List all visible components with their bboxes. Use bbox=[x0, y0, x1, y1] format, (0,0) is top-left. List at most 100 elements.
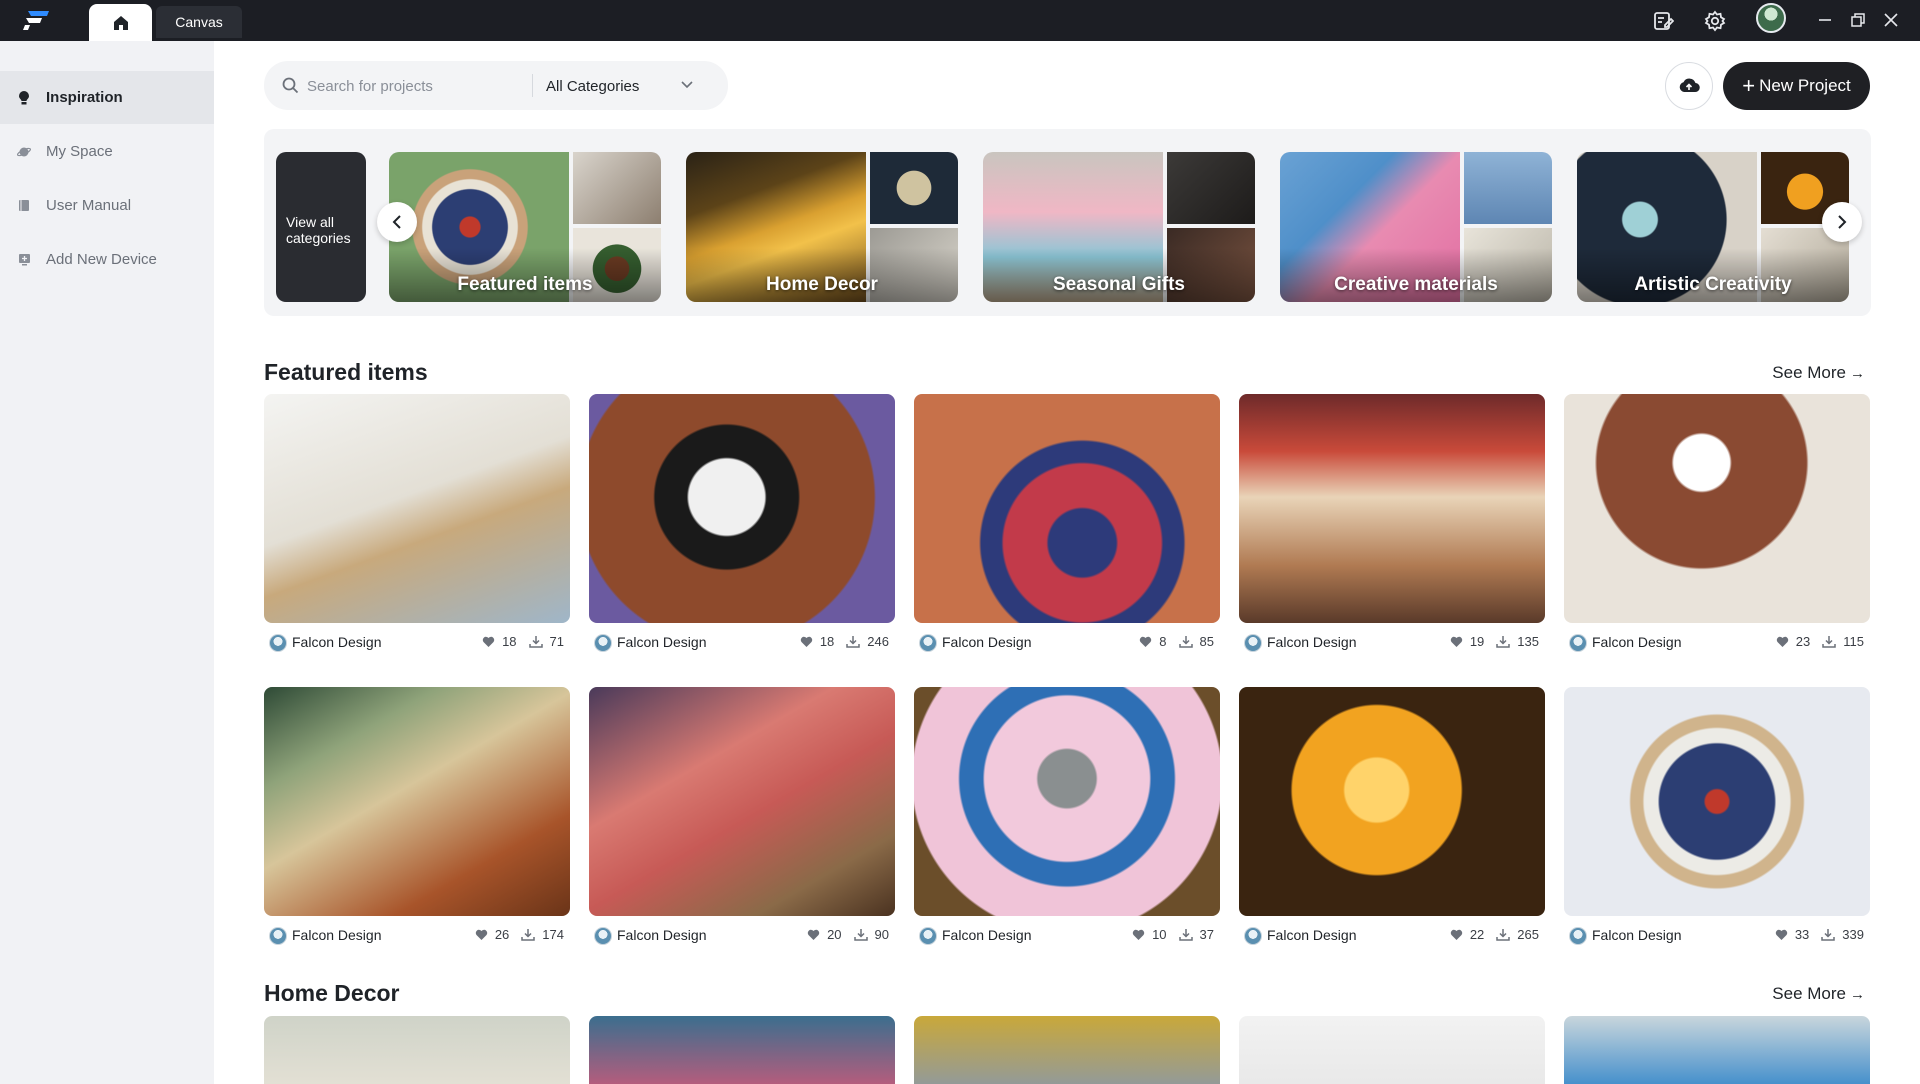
sidebar-item-user-manual[interactable]: User Manual bbox=[0, 179, 214, 232]
category-card-creative-materials[interactable]: Creative materials bbox=[1280, 152, 1552, 302]
project-stats: 33 339 bbox=[1775, 927, 1864, 942]
category-label: Artistic Creativity bbox=[1634, 274, 1792, 295]
see-more-home-decor-link[interactable]: See More → bbox=[1772, 984, 1865, 1004]
project-stats: 19 135 bbox=[1450, 634, 1539, 649]
category-card-featured-items[interactable]: Featured items bbox=[389, 152, 661, 302]
author-avatar[interactable] bbox=[1244, 927, 1262, 945]
author-name[interactable]: Falcon Design bbox=[292, 927, 382, 943]
project-card-thumbnail[interactable] bbox=[264, 1016, 570, 1084]
project-card-thumbnail[interactable] bbox=[1239, 1016, 1545, 1084]
project-thumbnail[interactable] bbox=[1564, 687, 1870, 916]
download-icon bbox=[1821, 929, 1836, 941]
download-icon bbox=[1496, 929, 1511, 941]
download-count: 71 bbox=[549, 634, 564, 649]
project-thumbnail[interactable] bbox=[264, 687, 570, 916]
sidebar-item-add-new-device[interactable]: Add New Device bbox=[0, 233, 214, 286]
author-name[interactable]: Falcon Design bbox=[1267, 927, 1357, 943]
author-avatar[interactable] bbox=[1244, 634, 1262, 652]
author-avatar[interactable] bbox=[1569, 634, 1587, 652]
author-avatar[interactable] bbox=[919, 927, 937, 945]
download-icon bbox=[1496, 636, 1511, 648]
edit-document-icon[interactable] bbox=[1648, 6, 1678, 36]
project-meta: Falcon Design 20 90 bbox=[589, 924, 895, 946]
chevron-down-icon bbox=[681, 81, 693, 89]
author-name[interactable]: Falcon Design bbox=[942, 634, 1032, 650]
app-logo[interactable] bbox=[22, 9, 50, 31]
project-meta: Falcon Design 19 135 bbox=[1239, 631, 1545, 653]
sidebar-item-my-space[interactable]: My Space bbox=[0, 125, 214, 178]
download-count: 90 bbox=[874, 927, 889, 942]
restore-icon[interactable] bbox=[1844, 6, 1872, 34]
project-stats: 26 174 bbox=[475, 927, 564, 942]
author-avatar[interactable] bbox=[269, 927, 287, 945]
project-thumbnail[interactable] bbox=[589, 394, 895, 623]
project-thumbnail[interactable] bbox=[264, 394, 570, 623]
heart-icon bbox=[800, 636, 813, 647]
project-thumbnail[interactable] bbox=[1239, 394, 1545, 623]
cloud-upload-icon bbox=[1679, 78, 1700, 93]
heart-icon bbox=[1132, 929, 1145, 940]
sidebar: Inspiration My Space User Manual Add New… bbox=[0, 41, 214, 1084]
see-more-featured-link[interactable]: See More → bbox=[1772, 363, 1865, 383]
close-icon[interactable] bbox=[1877, 6, 1905, 34]
category-image bbox=[1464, 152, 1552, 224]
see-more-label: See More bbox=[1772, 363, 1846, 382]
arrow-right-icon: → bbox=[1850, 364, 1865, 382]
author-name[interactable]: Falcon Design bbox=[292, 634, 382, 650]
project-card-thumbnail[interactable] bbox=[589, 1016, 895, 1084]
author-avatar[interactable] bbox=[594, 634, 612, 652]
project-card-thumbnail[interactable] bbox=[914, 1016, 1220, 1084]
like-count: 20 bbox=[827, 927, 842, 942]
project-card-thumbnail[interactable] bbox=[1564, 1016, 1870, 1084]
project-thumbnail[interactable] bbox=[589, 687, 895, 916]
author-avatar[interactable] bbox=[594, 927, 612, 945]
author-avatar[interactable] bbox=[919, 634, 937, 652]
project-thumbnail[interactable] bbox=[914, 394, 1220, 623]
download-icon bbox=[1178, 636, 1193, 648]
like-count: 18 bbox=[502, 634, 517, 649]
like-count: 18 bbox=[819, 634, 835, 649]
author-name[interactable]: Falcon Design bbox=[942, 927, 1032, 943]
carousel-prev-button[interactable] bbox=[377, 202, 417, 242]
view-all-categories-button[interactable]: View all categories bbox=[276, 152, 366, 302]
author-avatar[interactable] bbox=[269, 634, 287, 652]
minimize-icon[interactable] bbox=[1811, 6, 1839, 34]
author-name[interactable]: Falcon Design bbox=[1267, 634, 1357, 650]
search-bar: All Categories bbox=[264, 61, 728, 110]
project-thumbnail[interactable] bbox=[914, 687, 1220, 916]
sidebar-item-label: Add New Device bbox=[46, 251, 157, 268]
project-meta: Falcon Design 33 339 bbox=[1564, 924, 1870, 946]
author-name[interactable]: Falcon Design bbox=[1592, 927, 1682, 943]
project-meta: Falcon Design 18 71 bbox=[264, 631, 570, 653]
tab-canvas[interactable]: Canvas bbox=[156, 6, 242, 38]
sidebar-item-label: My Space bbox=[46, 143, 113, 160]
add-device-icon bbox=[17, 253, 31, 267]
author-name[interactable]: Falcon Design bbox=[617, 927, 707, 943]
like-count: 8 bbox=[1159, 634, 1167, 649]
project-thumbnail[interactable] bbox=[1564, 394, 1870, 623]
author-avatar[interactable] bbox=[1569, 927, 1587, 945]
heart-icon bbox=[807, 929, 820, 940]
project-meta: Falcon Design 8 85 bbox=[914, 631, 1220, 653]
user-avatar[interactable] bbox=[1756, 3, 1786, 33]
new-project-button[interactable]: + New Project bbox=[1723, 62, 1870, 110]
project-stats: 18 71 bbox=[482, 634, 564, 649]
author-name[interactable]: Falcon Design bbox=[617, 634, 707, 650]
carousel-next-button[interactable] bbox=[1822, 202, 1862, 242]
section-title-featured: Featured items bbox=[264, 359, 428, 385]
category-card-seasonal-gifts[interactable]: Seasonal Gifts bbox=[983, 152, 1255, 302]
project-stats: 10 37 bbox=[1132, 927, 1214, 942]
search-input[interactable] bbox=[307, 73, 527, 99]
sidebar-item-inspiration[interactable]: Inspiration bbox=[0, 71, 214, 124]
category-select[interactable]: All Categories bbox=[546, 74, 716, 98]
project-thumbnail[interactable] bbox=[1239, 687, 1545, 916]
category-card-home-decor[interactable]: Home Decor bbox=[686, 152, 958, 302]
like-count: 10 bbox=[1152, 927, 1167, 942]
author-name[interactable]: Falcon Design bbox=[1592, 634, 1682, 650]
heart-icon bbox=[1775, 929, 1788, 940]
search-icon bbox=[282, 77, 299, 94]
tab-home[interactable] bbox=[89, 4, 152, 41]
category-card-artistic-creativity[interactable]: Artistic Creativity bbox=[1577, 152, 1849, 302]
gear-icon[interactable] bbox=[1700, 6, 1730, 36]
cloud-upload-button[interactable] bbox=[1665, 62, 1713, 110]
